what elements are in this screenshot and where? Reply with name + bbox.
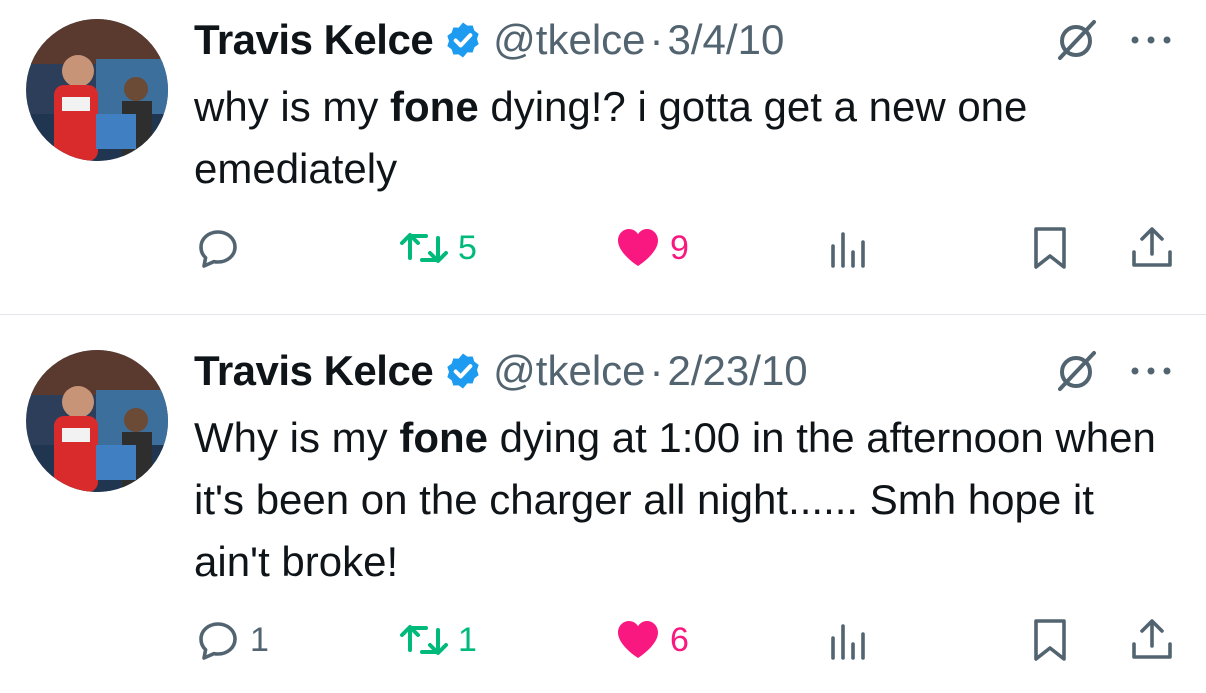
tweet-text: Why is my fone dying at 1:00 in the afte…: [194, 407, 1176, 593]
separator-dot: ·: [649, 347, 664, 394]
grok-icon[interactable]: [1052, 16, 1100, 64]
bookmark-button[interactable]: [1026, 224, 1074, 272]
tweet-text-part: Why is my: [194, 414, 400, 461]
views-button[interactable]: [824, 224, 872, 272]
tweet-date[interactable]: 3/4/10: [668, 16, 785, 64]
tweet-actions: 5 9: [194, 224, 1176, 272]
tweet-text-part: why is my: [194, 83, 391, 130]
tweet-header: Travis Kelce @tkelce · 2/23/10: [194, 347, 808, 395]
share-button[interactable]: [1128, 616, 1176, 664]
like-count: 9: [670, 228, 689, 267]
retweet-button[interactable]: 5: [398, 224, 477, 272]
tweet-date[interactable]: 2/23/10: [668, 347, 808, 395]
views-icon: [831, 232, 865, 268]
author-name[interactable]: Travis Kelce: [194, 347, 434, 395]
views-icon: [831, 624, 865, 660]
share-button[interactable]: [1128, 224, 1176, 272]
bookmark-icon: [1034, 619, 1066, 661]
like-button[interactable]: 9: [614, 224, 689, 272]
retweet-count: 1: [458, 620, 477, 659]
tweet[interactable]: Travis Kelce @tkelce · 2/23/10 Why is my…: [0, 315, 1206, 693]
retweet-icon: [400, 233, 448, 263]
retweet-count: 5: [458, 228, 477, 267]
reply-button[interactable]: 1: [194, 616, 269, 664]
reply-icon: [199, 622, 237, 660]
verified-badge-icon: [447, 22, 479, 58]
retweet-button[interactable]: 1: [398, 616, 477, 664]
bookmark-button[interactable]: [1026, 616, 1074, 664]
share-icon: [1132, 227, 1172, 267]
author-handle[interactable]: @tkelce: [493, 347, 645, 395]
tweet-header: Travis Kelce @tkelce · 3/4/10: [194, 16, 784, 64]
verified-badge-icon: [447, 353, 479, 389]
heart-icon: [618, 229, 658, 266]
bookmark-icon: [1034, 227, 1066, 269]
more-options-icon[interactable]: [1128, 30, 1174, 50]
tweet-actions: 1 1 6: [194, 616, 1176, 664]
reply-icon: [199, 230, 237, 268]
separator-dot: ·: [649, 16, 664, 63]
tweet[interactable]: Travis Kelce @tkelce · 3/4/10 why is my …: [0, 0, 1206, 315]
author-name[interactable]: Travis Kelce: [194, 16, 434, 64]
retweet-icon: [400, 625, 448, 655]
like-count: 6: [670, 620, 689, 659]
tweet-text: why is my fone dying!? i gotta get a new…: [194, 76, 1176, 200]
views-button[interactable]: [824, 616, 872, 664]
like-button[interactable]: 6: [614, 616, 689, 664]
tweet-text-bold: fone: [399, 414, 488, 461]
reply-button[interactable]: [194, 224, 250, 272]
avatar[interactable]: [26, 350, 168, 492]
share-icon: [1132, 619, 1172, 659]
grok-icon[interactable]: [1052, 347, 1100, 395]
heart-icon: [618, 621, 658, 658]
avatar[interactable]: [26, 19, 168, 161]
more-options-icon[interactable]: [1128, 361, 1174, 381]
author-handle[interactable]: @tkelce: [493, 16, 645, 64]
reply-count: 1: [250, 620, 269, 659]
tweet-text-bold: fone: [390, 83, 479, 130]
